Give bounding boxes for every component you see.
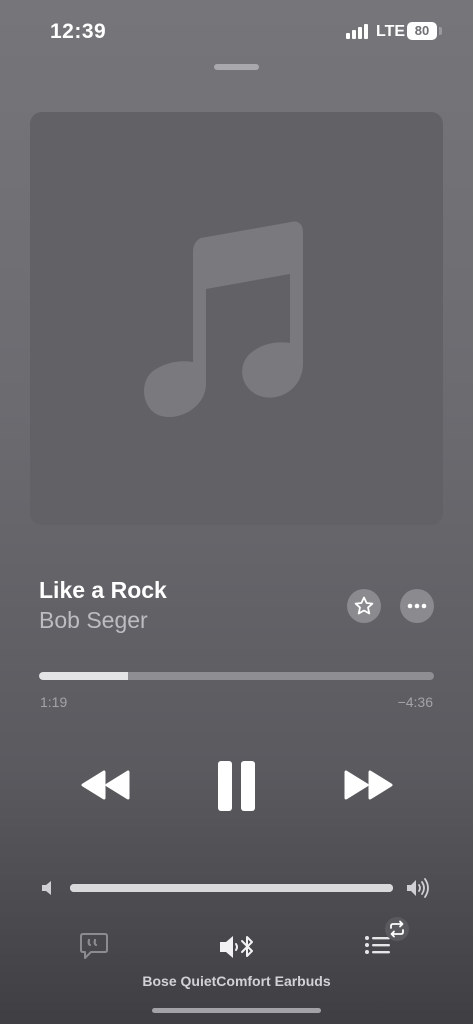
volume-low-icon: [41, 880, 55, 901]
status-time: 12:39: [50, 20, 107, 43]
lyrics-icon: [80, 933, 108, 959]
favorite-button[interactable]: [347, 589, 381, 623]
signal-icon: [346, 24, 370, 39]
playback-scrubber[interactable]: [39, 672, 434, 680]
status-bar: 12:39 LTE 80: [0, 0, 473, 62]
elapsed-time: 1:19: [40, 694, 68, 710]
track-artist[interactable]: Bob Seger: [39, 607, 148, 634]
output-device-name: Bose QuietComfort Earbuds: [142, 973, 331, 989]
repeat-badge: [385, 917, 409, 941]
star-icon: [354, 596, 374, 615]
remaining-time: −4:36: [397, 694, 433, 710]
fast-forward-icon: [344, 770, 393, 800]
volume-slider[interactable]: [70, 884, 393, 892]
sheet-grabber[interactable]: [214, 64, 259, 70]
track-title: Like a Rock: [39, 577, 167, 603]
pause-button[interactable]: [216, 760, 258, 812]
volume-high-icon: [406, 877, 432, 904]
fast-forward-button[interactable]: [341, 768, 393, 802]
lyrics-button[interactable]: [79, 932, 109, 965]
music-note-icon: [144, 221, 303, 418]
rewind-button[interactable]: [81, 768, 133, 802]
album-artwork: [30, 112, 443, 525]
battery-icon: 80: [407, 22, 437, 40]
output-device-button[interactable]: [218, 933, 256, 966]
volume-fill: [70, 884, 393, 892]
pause-icon: [218, 761, 255, 811]
repeat-icon: [390, 920, 404, 938]
more-options-button[interactable]: [400, 589, 434, 623]
network-type: LTE: [376, 23, 406, 40]
bluetooth-speaker-icon: [220, 936, 253, 958]
battery-tip: [439, 27, 442, 35]
home-indicator[interactable]: [152, 1008, 321, 1013]
rewind-icon: [81, 770, 130, 800]
progress-fill: [39, 672, 128, 680]
more-icon: [407, 603, 427, 609]
